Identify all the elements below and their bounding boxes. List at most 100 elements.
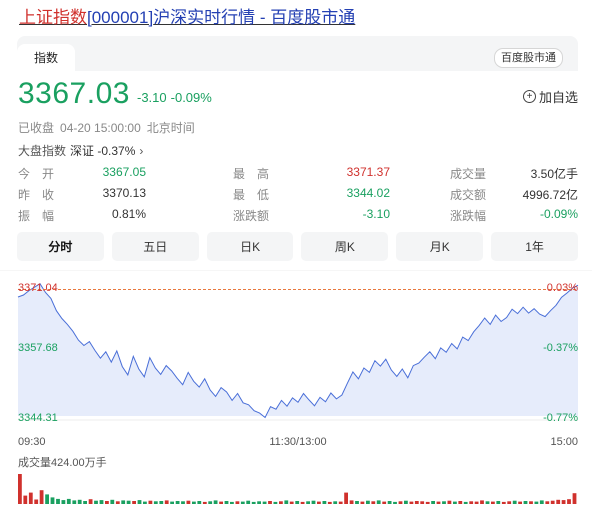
volume-bar: [34, 499, 39, 504]
stats-row: 昨 收 3370.13 最 低 3344.02 成交额 4996.72亿: [18, 186, 578, 207]
volume-bar: [273, 501, 278, 504]
y-tick-left-label: 3344.31: [18, 412, 58, 424]
volume-bar: [496, 501, 501, 504]
volume-bar: [567, 499, 571, 504]
volume-bar: [126, 500, 131, 504]
stat-value: 4996.72亿: [522, 188, 578, 202]
volume-bar: [159, 501, 164, 504]
volume-bar: [458, 501, 463, 504]
stat-value: 3367.05: [102, 165, 146, 179]
volume-bar: [545, 501, 550, 504]
stat-label: 振 幅: [18, 209, 55, 223]
price-area-fill: [18, 283, 578, 418]
volume-bar: [344, 492, 348, 504]
volume-bar: [529, 501, 533, 504]
volume-bar: [414, 501, 419, 504]
y-tick-left-label: 3371.04: [18, 282, 58, 294]
volume-bar: [442, 501, 446, 504]
volume-bar: [327, 501, 332, 504]
volume-bar: [572, 493, 577, 504]
volume-bar: [88, 499, 93, 504]
volume-bar: [83, 501, 87, 504]
brand-badge[interactable]: 百度股市通: [494, 48, 563, 68]
stat-label: 涨跌额: [233, 209, 270, 223]
add-watchlist-button[interactable]: + 加自选: [522, 87, 578, 106]
volume-bar: [431, 501, 435, 504]
volume-bar: [480, 500, 484, 504]
volume-bar: [338, 501, 343, 504]
volume-bar: [28, 492, 33, 504]
volume-bar: [279, 501, 283, 504]
period-tab[interactable]: 周K: [301, 232, 389, 261]
page-title-link[interactable]: 上证指数[000001]沪深实时行情 - 百度股市通: [19, 7, 355, 29]
volume-bar: [219, 501, 223, 504]
volume-bar: [355, 501, 359, 504]
status-datetime: 04-20 15:00:00: [60, 121, 141, 135]
volume-bar: [371, 501, 376, 504]
status-zone: 北京时间: [146, 121, 195, 135]
volume-bar: [453, 501, 457, 504]
volume-bar: [436, 501, 441, 504]
period-tab[interactable]: 月K: [396, 232, 484, 261]
change-amount: -3.10: [137, 90, 167, 105]
stat-label: 今 开: [18, 167, 55, 181]
period-tab[interactable]: 五日: [111, 232, 199, 261]
stat-label: 昨 收: [18, 188, 55, 202]
volume-label: 成交量424.00万手: [18, 455, 107, 469]
stat-value: 3371.37: [346, 165, 390, 179]
period-tab[interactable]: 1年: [491, 232, 578, 261]
stat-label: 最 高: [233, 167, 270, 181]
volume-bar: [94, 500, 98, 504]
volume-bar: [425, 501, 430, 504]
stat-label: 成交量: [450, 167, 487, 181]
y-tick-right-label: -0.37%: [543, 342, 578, 354]
volume-bar: [306, 501, 310, 504]
volume-bar: [550, 500, 555, 504]
volume-bar: [360, 501, 365, 504]
volume-bar: [143, 501, 147, 504]
volume-bar: [518, 501, 522, 504]
volume-bar: [137, 500, 142, 504]
volume-bar: [39, 490, 44, 504]
status-state: 已收盘: [18, 121, 55, 135]
volume-bar: [202, 501, 207, 504]
volume-bar: [507, 501, 512, 504]
period-tab[interactable]: 分时: [17, 232, 104, 261]
volume-bar: [251, 501, 256, 504]
market-index-link[interactable]: 大盘指数 深证 -0.37% ›: [18, 142, 143, 159]
volume-bar: [197, 501, 202, 504]
volume-bar: [240, 501, 245, 504]
volume-bar: [393, 501, 397, 504]
volume-bar: [224, 501, 229, 504]
volume-bar: [77, 499, 82, 504]
title-rest: 沪深实时行情 - 百度股市通: [153, 8, 356, 27]
stats-row: 今 开 3367.05 最 高 3371.37 成交量 3.50亿手: [18, 165, 578, 186]
volume-bar: [170, 501, 174, 504]
volume-bar: [447, 500, 452, 504]
volume-bar: [398, 501, 403, 504]
intraday-chart: 3371.04 3357.68 3344.31 0.03% -0.37% -0.77% 09…: [0, 270, 592, 504]
tab-index[interactable]: 指数: [17, 44, 75, 71]
volume-bar: [485, 501, 490, 504]
volume-bar: [333, 501, 338, 504]
volume-bar: [175, 501, 180, 504]
volume-bar: [420, 501, 425, 504]
volume-bar: [72, 500, 77, 504]
volume-bar: [235, 501, 240, 504]
index-code: [000001]: [87, 8, 154, 27]
x-tick-label: 11:30/13:00: [269, 436, 326, 448]
volume-bar: [61, 500, 66, 504]
volume-bar: [289, 501, 294, 504]
volume-bar: [181, 501, 185, 504]
stat-value: 3344.02: [346, 186, 390, 200]
volume-bar: [534, 501, 539, 504]
period-tab[interactable]: 日K: [206, 232, 294, 261]
chevron-right-icon: ›: [139, 144, 144, 158]
volume-bar: [105, 501, 109, 504]
stat-label: 成交额: [450, 188, 487, 202]
volume-bar: [561, 500, 566, 504]
volume-bar: [501, 501, 506, 504]
volume-bar: [99, 500, 104, 504]
stats-table: 今 开 3367.05 最 高 3371.37 成交量 3.50亿手昨 收 3370.13 最…: [18, 165, 578, 228]
market-index-value: 深证 -0.37%: [70, 144, 136, 158]
